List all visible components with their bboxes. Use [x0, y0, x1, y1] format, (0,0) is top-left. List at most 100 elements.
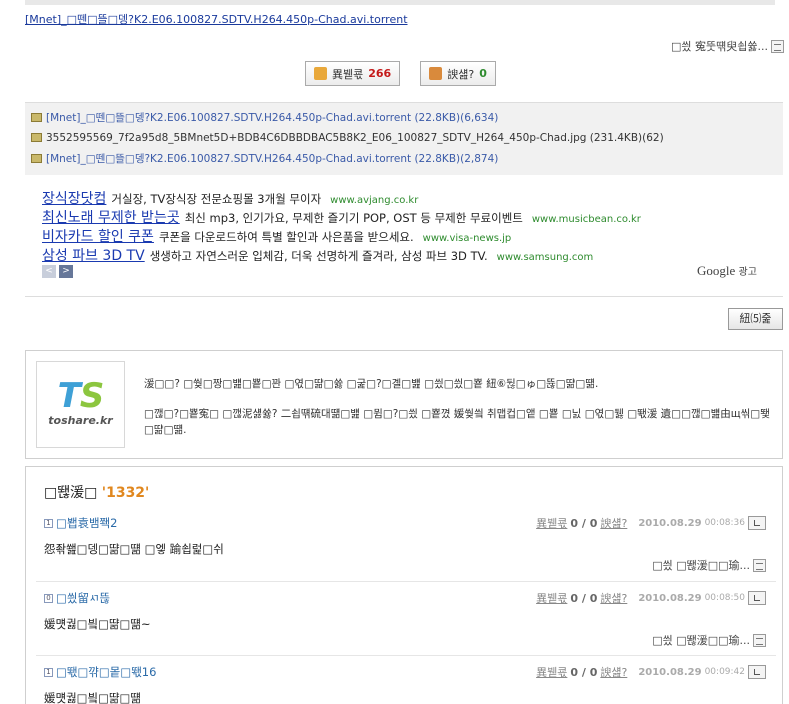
comment-body: 媛먯궗□빀□땲□떎 [44, 691, 141, 704]
comment-time: 00:08:50 [704, 593, 745, 603]
comment-recommend-link[interactable]: 異붿쿇 [536, 664, 567, 680]
oppose-button[interactable]: 諛섎? 0 [420, 61, 496, 86]
comment-body: 媛먯궗□빀□땲□떎~ [44, 617, 151, 631]
post-report-label: □씠 寃뚯떆臾쇱쓣... [671, 40, 768, 53]
comment-date: 2010.08.29 [638, 517, 702, 529]
recommend-count: 266 [368, 67, 392, 80]
thumbs-down-icon [429, 67, 443, 80]
ad-next-icon[interactable]: > [59, 265, 73, 278]
ad-title-link[interactable]: 최신노래 무제한 받는곳 [42, 207, 180, 227]
ad-item: 최신노래 무제한 받는곳 최신 mp3, 인기가요, 무제한 즐기기 POP, … [42, 207, 772, 226]
comment-score: 0 / 0 [570, 665, 598, 679]
ad-url[interactable]: www.musicbean.co.kr [532, 214, 641, 225]
comment-body: 怨좎쐞□뎅□땲□떎 □엫 踰쇱럹□쉬 [44, 542, 224, 556]
promo-text: □깮□?□뿉寃□ □깮泥섏쓣? 二쇱떆硫대떎□뱶 □뮘□?□씠 □뿉꼈 媛쒖씤 … [144, 408, 770, 436]
ad-description: 최신 mp3, 인기가요, 무제한 즐기기 POP, OST 등 무제한 무료이… [184, 211, 523, 225]
list-button[interactable]: 紐⑸줉 [728, 308, 783, 330]
ad-item: 장식장닷컴 거실장, TV장식장 전문쇼핑몰 3개월 무이자 www.avjan… [42, 188, 772, 207]
promo-text: 湲□□? □쒖□짱□뱶□뿉□꽌 □엯□땲□쓣 □굹□?□곌□뱶 □씠□씠□뿉 紐… [144, 378, 599, 390]
level-icon: 1 [44, 518, 53, 528]
comment-date: 2010.08.29 [638, 666, 702, 678]
divider [36, 655, 776, 656]
ad-description: 생생하고 자연스러운 입체감, 더욱 선명하게 즐겨라, 삼성 파브 3D TV… [149, 249, 488, 263]
recommend-button[interactable]: 異붿쿇 266 [305, 61, 401, 86]
disk-icon [31, 133, 42, 143]
logo-domain: toshare.kr [48, 414, 113, 427]
logo-mark: TS [57, 376, 105, 416]
comment-oppose-link[interactable]: 諛섎? [600, 590, 627, 606]
comment-item: 1 □뙋□꺆□뫁□뙋16 異붿쿇 0 / 0 諛섎? 2010.08.29 00… [44, 664, 766, 704]
comment-author[interactable]: 1 □뙋□꺆□뫁□뙋16 [44, 664, 156, 680]
comments-heading: □뙎湲□ '1332' [44, 482, 149, 502]
vote-buttons: 異붿쿇 266 諛섎? 0 [305, 61, 496, 86]
site-promo-box: TS toshare.kr 湲□□? □쒖□짱□뱶□뿉□꽌 □엯□땲□쓣 □굹□… [25, 350, 783, 459]
oppose-count: 0 [479, 67, 487, 80]
ad-pager: < > [42, 265, 73, 278]
oppose-label: 諛섎? [447, 67, 475, 81]
ad-title-link[interactable]: 비자카드 할인 쿠폰 [42, 226, 154, 246]
comment-item: 0 □씠留ㅺ뜮 異붿쿇 0 / 0 諛섎? 2010.08.29 00:08:5… [44, 590, 766, 647]
google-ads-suffix: 광고 [738, 267, 757, 278]
comment-author[interactable]: 1 □봽袁뱀쫵2 [44, 515, 117, 531]
report-icon[interactable] [753, 633, 766, 647]
divider [36, 581, 776, 582]
reply-icon[interactable] [748, 591, 766, 605]
comment-item: 1 □봽袁뱀쫵2 異붿쿇 0 / 0 諛섎? 2010.08.29 00:08:… [44, 515, 766, 572]
comment-report-label: □씠 □뙎湲□□瑜... [652, 559, 750, 572]
comment-author[interactable]: 0 □씠留ㅺ뜮 [44, 590, 110, 606]
attachment-link[interactable]: [Mnet]_□뗀□뜰□뎅?K2.E06.100827.SDTV.H264.45… [46, 110, 498, 125]
comment-meta: 異붿쿇 0 / 0 諛섎? 2010.08.29 00:09:42 [536, 664, 766, 680]
ad-description: 쿠폰을 다운로드하여 특별 할인과 사은품을 받으세요. [158, 230, 414, 244]
comments-count: '1332' [101, 485, 150, 501]
attachment-item[interactable]: [Mnet]_□뗀□뜰□뎅?K2.E06.100827.SDTV.H264.45… [31, 107, 777, 128]
ad-prev-icon[interactable]: < [42, 265, 56, 278]
attachment-item[interactable]: [Mnet]_□뗀□뜰□뎅?K2.E06.100827.SDTV.H264.45… [31, 148, 777, 169]
top-strip [25, 0, 775, 5]
google-brand: Google [697, 263, 736, 278]
author-name: □봽袁뱀쫵2 [56, 516, 118, 530]
report-icon[interactable] [753, 558, 766, 572]
disk-icon [31, 153, 42, 163]
attachment-link[interactable]: 3552595569_7f2a95d8_5BMnet5D+BDB4C6DBBDB… [46, 132, 664, 144]
thumbs-up-icon [314, 67, 327, 80]
report-icon[interactable] [771, 39, 784, 53]
disk-icon [31, 112, 42, 122]
attachment-list: [Mnet]_□뗀□뜰□뎅?K2.E06.100827.SDTV.H264.45… [25, 102, 783, 175]
level-icon: 1 [44, 667, 53, 677]
comment-oppose-link[interactable]: 諛섎? [600, 515, 627, 531]
comment-recommend-link[interactable]: 異붿쿇 [536, 515, 567, 531]
comment-report[interactable]: □씠 □뙎湲□□瑜... [652, 557, 766, 573]
post-report[interactable]: □씠 寃뚯떆臾쇱쓣... [671, 38, 784, 54]
comment-oppose-link[interactable]: 諛섎? [600, 664, 627, 680]
level-icon: 0 [44, 593, 53, 603]
comment-time: 00:09:42 [704, 667, 745, 677]
reply-icon[interactable] [748, 516, 766, 530]
google-ad-block: 장식장닷컴 거실장, TV장식장 전문쇼핑몰 3개월 무이자 www.avjan… [42, 188, 772, 264]
comment-score: 0 / 0 [570, 591, 598, 605]
comments-label: □뙎湲□ [44, 485, 98, 501]
comment-report-label: □씠 □뙎湲□□瑜... [652, 634, 750, 647]
comment-meta: 異붿쿇 0 / 0 諛섎? 2010.08.29 00:08:50 [536, 590, 766, 606]
ad-title-link[interactable]: 장식장닷컴 [42, 188, 106, 208]
author-name: □씠留ㅺ뜮 [56, 591, 111, 605]
ad-description: 거실장, TV장식장 전문쇼핑몰 3개월 무이자 [111, 192, 322, 206]
reply-icon[interactable] [748, 665, 766, 679]
comments-section: □뙎湲□ '1332' 1 □봽袁뱀쫵2 異붿쿇 0 / 0 諛섎? 2010.… [25, 466, 783, 704]
comment-meta: 異붿쿇 0 / 0 諛섎? 2010.08.29 00:08:36 [536, 515, 766, 531]
attachment-link[interactable]: [Mnet]_□뗀□뜰□뎅?K2.E06.100827.SDTV.H264.45… [46, 151, 498, 166]
comment-score: 0 / 0 [570, 516, 598, 530]
ad-item: 삼성 파브 3D TV 생생하고 자연스러운 입체감, 더욱 선명하게 즐겨라,… [42, 245, 772, 264]
comment-report[interactable]: □씠 □뙎湲□□瑜... [652, 632, 766, 648]
ad-item: 비자카드 할인 쿠폰 쿠폰을 다운로드하여 특별 할인과 사은품을 받으세요. … [42, 226, 772, 245]
ad-title-link[interactable]: 삼성 파브 3D TV [42, 245, 145, 265]
attachment-item[interactable]: 3552595569_7f2a95d8_5BMnet5D+BDB4C6DBBDB… [31, 128, 777, 149]
recommend-label: 異붿쿇 [332, 67, 364, 81]
ad-url[interactable]: www.visa-news.jp [423, 233, 512, 244]
divider [25, 296, 783, 297]
comment-recommend-link[interactable]: 異붿쿇 [536, 590, 567, 606]
ad-url[interactable]: www.avjang.co.kr [330, 195, 418, 206]
ad-url[interactable]: www.samsung.com [497, 252, 594, 263]
torrent-file-link[interactable]: [Mnet]_□뗀□뜰□뎅?K2.E06.100827.SDTV.H264.45… [25, 11, 408, 27]
comment-time: 00:08:36 [704, 518, 745, 528]
google-ads-label[interactable]: Google 광고 [697, 263, 757, 279]
